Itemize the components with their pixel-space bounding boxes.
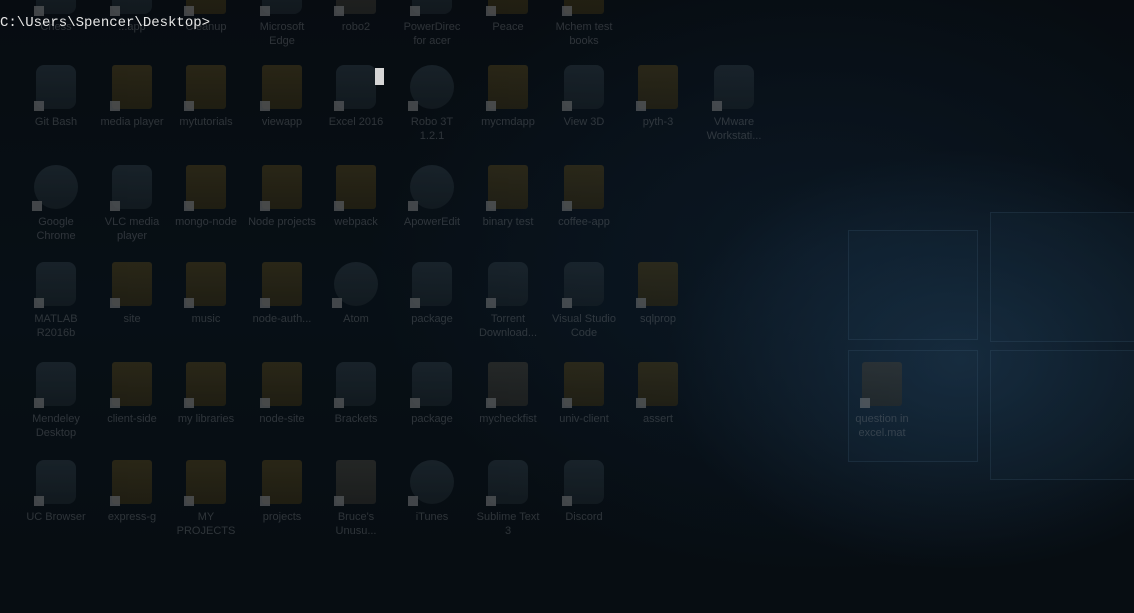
desktop-background: Chess ...app Cleanup Microsoft Edge robo2 Pow… <box>0 0 1134 613</box>
text-cursor <box>375 68 384 85</box>
command-prompt-text: C:\Users\Spencer\Desktop> <box>0 15 211 31</box>
command-prompt-window[interactable]: C:\Users\Spencer\Desktop> <box>0 0 1134 613</box>
